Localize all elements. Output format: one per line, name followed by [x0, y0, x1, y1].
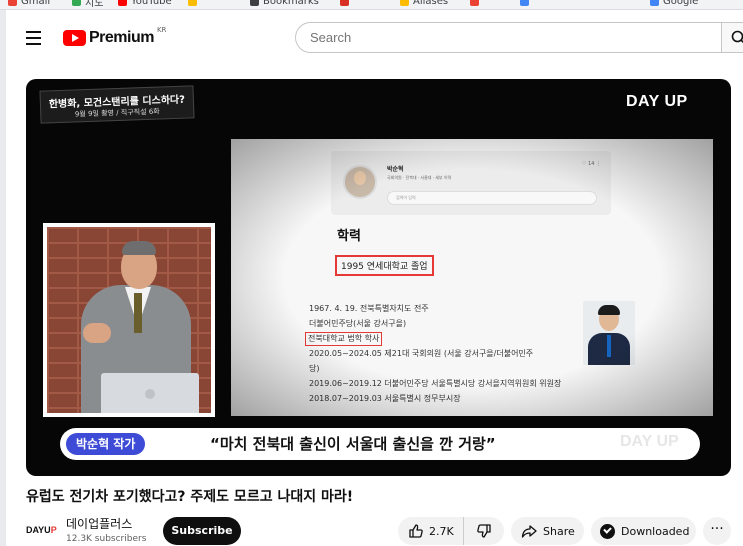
- profile-slide: 박순혁 국회의원 · 전북대 · 서울대 · 세부 이력 검색어 입력 ♡ 14…: [231, 139, 713, 416]
- like-dislike-group: 2.7K: [398, 517, 504, 545]
- bookmark-favicon-icon: [400, 0, 409, 6]
- like-count: 2.7K: [429, 524, 454, 538]
- bookmark-item[interactable]: Bookmarks: [250, 0, 319, 8]
- career-row: 2020.05~2024.05 제21대 국회의원 (서울 강서구을/더불어민주: [309, 349, 534, 358]
- search-icon: [731, 30, 743, 44]
- channel-name[interactable]: 데이업플러스: [66, 515, 132, 532]
- career-row: 당): [309, 364, 320, 373]
- bookmark-favicon-icon: [118, 0, 127, 6]
- subtitle-bar: 박순혁 작가 “마치 전북대 출신이 서울대 출신을 깐 거랑” DAY UP: [60, 428, 700, 460]
- profile-subtitle: 국회의원 · 전북대 · 서울대 · 세부 이력: [387, 175, 452, 180]
- logo-text: Premium: [89, 29, 154, 46]
- bookmark-item[interactable]: Google: [650, 0, 698, 8]
- bookmark-label: YouTube: [131, 0, 172, 7]
- like-button[interactable]: 2.7K: [398, 517, 464, 545]
- education-highlight: 1995 연세대학교 졸업: [335, 255, 434, 276]
- search-button[interactable]: [721, 22, 743, 53]
- career-row: 2018.07~2019.03 서울특별시 정무부시장: [309, 394, 461, 403]
- subscriber-count: 12.3K subscribers: [66, 534, 147, 544]
- search-input[interactable]: [310, 30, 725, 45]
- career-row: 더불어민주당(서울 강서구을): [309, 319, 407, 328]
- youtube-watch-page: Gmail 지도 YouTube Bookmarks Aliases Google Pre…: [0, 0, 743, 546]
- bookmark-label: Google: [663, 0, 699, 7]
- bookmark-label: 지도: [85, 0, 104, 9]
- bookmark-favicon-icon: [470, 0, 479, 6]
- share-label: Share: [543, 524, 575, 538]
- laptop: [101, 373, 199, 413]
- bookmark-favicon-icon: [8, 0, 17, 6]
- career-list: 1967. 4. 19. 전북특별자치도 전주 더불어민주당(서울 강서구을) …: [305, 301, 562, 406]
- youtube-play-icon: [63, 30, 86, 46]
- profile-card-icons: ♡ 14 ⋮: [581, 161, 601, 167]
- education-heading: 학력: [337, 229, 361, 244]
- bookmark-item[interactable]: Aliases: [400, 0, 448, 8]
- bookmark-item[interactable]: 지도: [72, 0, 104, 9]
- thumbs-up-icon: [409, 524, 423, 538]
- subscribe-button[interactable]: Subscribe: [163, 517, 241, 545]
- career-row: 1967. 4. 19. 전북특별자치도 전주: [309, 304, 429, 313]
- more-actions-button[interactable]: ···: [703, 517, 731, 545]
- profile-search-placeholder: 검색어 입력: [396, 195, 416, 200]
- search-box: [295, 22, 725, 53]
- politician-photo: [583, 301, 635, 365]
- channel-avatar[interactable]: DAYUP: [26, 518, 58, 542]
- download-label: Downloaded: [621, 524, 690, 538]
- bookmark-item[interactable]: [470, 0, 483, 8]
- channel-watermark-logo: DAY UP: [626, 93, 688, 110]
- bookmark-label: Gmail: [21, 0, 51, 7]
- share-button[interactable]: Share: [511, 517, 584, 545]
- download-button[interactable]: Downloaded: [591, 517, 696, 545]
- bookmark-favicon-icon: [520, 0, 529, 6]
- share-arrow-icon: [521, 525, 537, 538]
- bookmark-item[interactable]: [188, 0, 201, 8]
- career-row-highlight: 전북대학교 법학 학사: [305, 332, 383, 346]
- bookmark-favicon-icon: [72, 0, 81, 6]
- bookmark-label: Aliases: [413, 0, 449, 7]
- subtitle-text: “마치 전북대 출신이 서울대 출신을 깐 거랑”: [210, 435, 496, 453]
- youtube-premium-logo[interactable]: Premium KR: [63, 24, 166, 52]
- career-row: 2019.06~2019.12 더불어민주당 서울특별시당 강서을지역위원회 위…: [309, 379, 562, 388]
- video-player[interactable]: 한병화, 모건스탠리를 디스하다? 9월 9일 촬영 / 직구직설 6화 DAY…: [26, 79, 731, 476]
- bookmark-favicon-icon: [188, 0, 197, 6]
- downloaded-check-icon: [600, 523, 615, 539]
- bookmarks-bar: Gmail 지도 YouTube Bookmarks Aliases Google: [0, 0, 743, 10]
- episode-title-card: 한병화, 모건스탠리를 디스하다? 9월 9일 촬영 / 직구직설 6화: [39, 85, 195, 124]
- window-edge: [0, 10, 6, 546]
- dislike-button[interactable]: [464, 517, 504, 545]
- speaker-name-tag: 박순혁 작가: [66, 433, 146, 455]
- bookmark-label: Bookmarks: [263, 0, 319, 7]
- profile-card: 박순혁 국회의원 · 전북대 · 서울대 · 세부 이력 검색어 입력 ♡ 14…: [331, 151, 611, 215]
- speaker-video-inset: [43, 223, 215, 417]
- bookmark-item[interactable]: YouTube: [118, 0, 172, 8]
- menu-icon[interactable]: [24, 27, 46, 49]
- subtitle-watermark: DAY UP: [620, 433, 679, 450]
- bookmark-item[interactable]: [520, 0, 533, 8]
- profile-search-field: 검색어 입력: [387, 191, 597, 205]
- bookmark-favicon-icon: [340, 0, 349, 6]
- video-title: 유럽도 전기차 포기했다고? 주제도 모르고 나대지 마라!: [26, 489, 354, 505]
- bookmark-favicon-icon: [650, 0, 659, 6]
- masthead: Premium KR: [6, 10, 743, 68]
- bookmark-item[interactable]: Gmail: [8, 0, 50, 8]
- logo-country-code: KR: [156, 26, 167, 34]
- profile-name: 박순혁: [387, 166, 404, 173]
- bookmark-item[interactable]: [340, 0, 353, 8]
- thumbs-down-icon: [477, 524, 491, 538]
- profile-avatar: [343, 165, 377, 199]
- bookmark-favicon-icon: [250, 0, 259, 6]
